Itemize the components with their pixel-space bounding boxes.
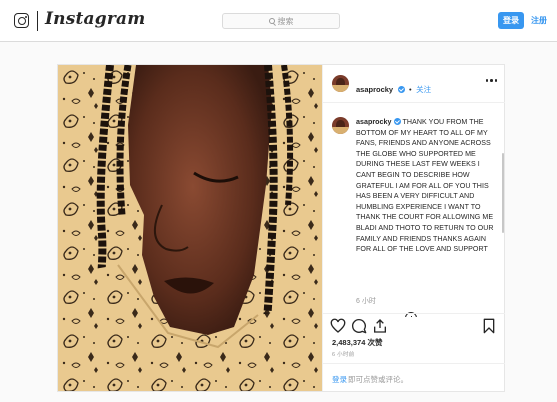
caption-username[interactable]: asaprocky <box>356 118 392 126</box>
post-timestamp: 6 小时前 <box>332 352 355 358</box>
share-icon[interactable] <box>372 318 388 334</box>
search-icon <box>268 18 275 24</box>
comments-scrollbar[interactable] <box>502 153 504 233</box>
post-side-panel: asaprocky • 关注 asaprocky THANK YOU FROM … <box>322 65 505 391</box>
instagram-wordmark[interactable]: Instagram <box>45 9 145 29</box>
post-header-user: asaprocky • 关注 <box>356 79 431 97</box>
comment-icon[interactable] <box>351 318 367 334</box>
post-header: asaprocky • 关注 <box>323 65 505 103</box>
search-placeholder: 搜索 <box>277 16 294 26</box>
caption-text: THANK YOU FROM THE BOTTOM OF MY HEART TO… <box>356 118 494 254</box>
verified-badge-icon <box>393 118 401 125</box>
post-card: asaprocky • 关注 asaprocky THANK YOU FROM … <box>57 64 505 392</box>
signup-link[interactable]: 注册 <box>531 15 547 26</box>
post-photo[interactable] <box>58 65 322 391</box>
login-link[interactable]: 登录 <box>332 374 347 385</box>
logo-divider <box>37 11 38 31</box>
separator-dot: • <box>409 85 412 94</box>
post-actions <box>323 313 505 337</box>
post-photo-illustration <box>58 65 322 391</box>
post-username[interactable]: asaprocky <box>356 85 393 94</box>
heart-icon[interactable] <box>330 318 346 334</box>
more-options-icon[interactable] <box>485 79 497 82</box>
top-navigation-bar: Instagram 搜索 登录 注册 <box>0 0 557 42</box>
caption: asaprocky THANK YOU FROM THE BOTTOM OF M… <box>356 117 496 255</box>
login-prompt-text: 即可点赞或评论。 <box>348 375 408 384</box>
login-button[interactable]: 登录 <box>498 12 524 29</box>
avatar[interactable] <box>332 75 349 92</box>
search-input[interactable]: 搜索 <box>222 13 340 29</box>
comments-area[interactable]: asaprocky THANK YOU FROM THE BOTTOM OF M… <box>323 103 505 317</box>
follow-button[interactable]: 关注 <box>416 85 431 94</box>
like-count[interactable]: 2,483,374 次赞 <box>332 337 382 348</box>
caption-time: 6 小时 <box>356 298 376 305</box>
verified-badge-icon <box>397 86 405 93</box>
caption-avatar[interactable] <box>332 117 349 134</box>
instagram-glyph-icon[interactable] <box>14 13 29 28</box>
login-prompt-bar: 登录 即可点赞或评论。 <box>323 363 505 391</box>
bookmark-icon[interactable] <box>481 318 497 334</box>
